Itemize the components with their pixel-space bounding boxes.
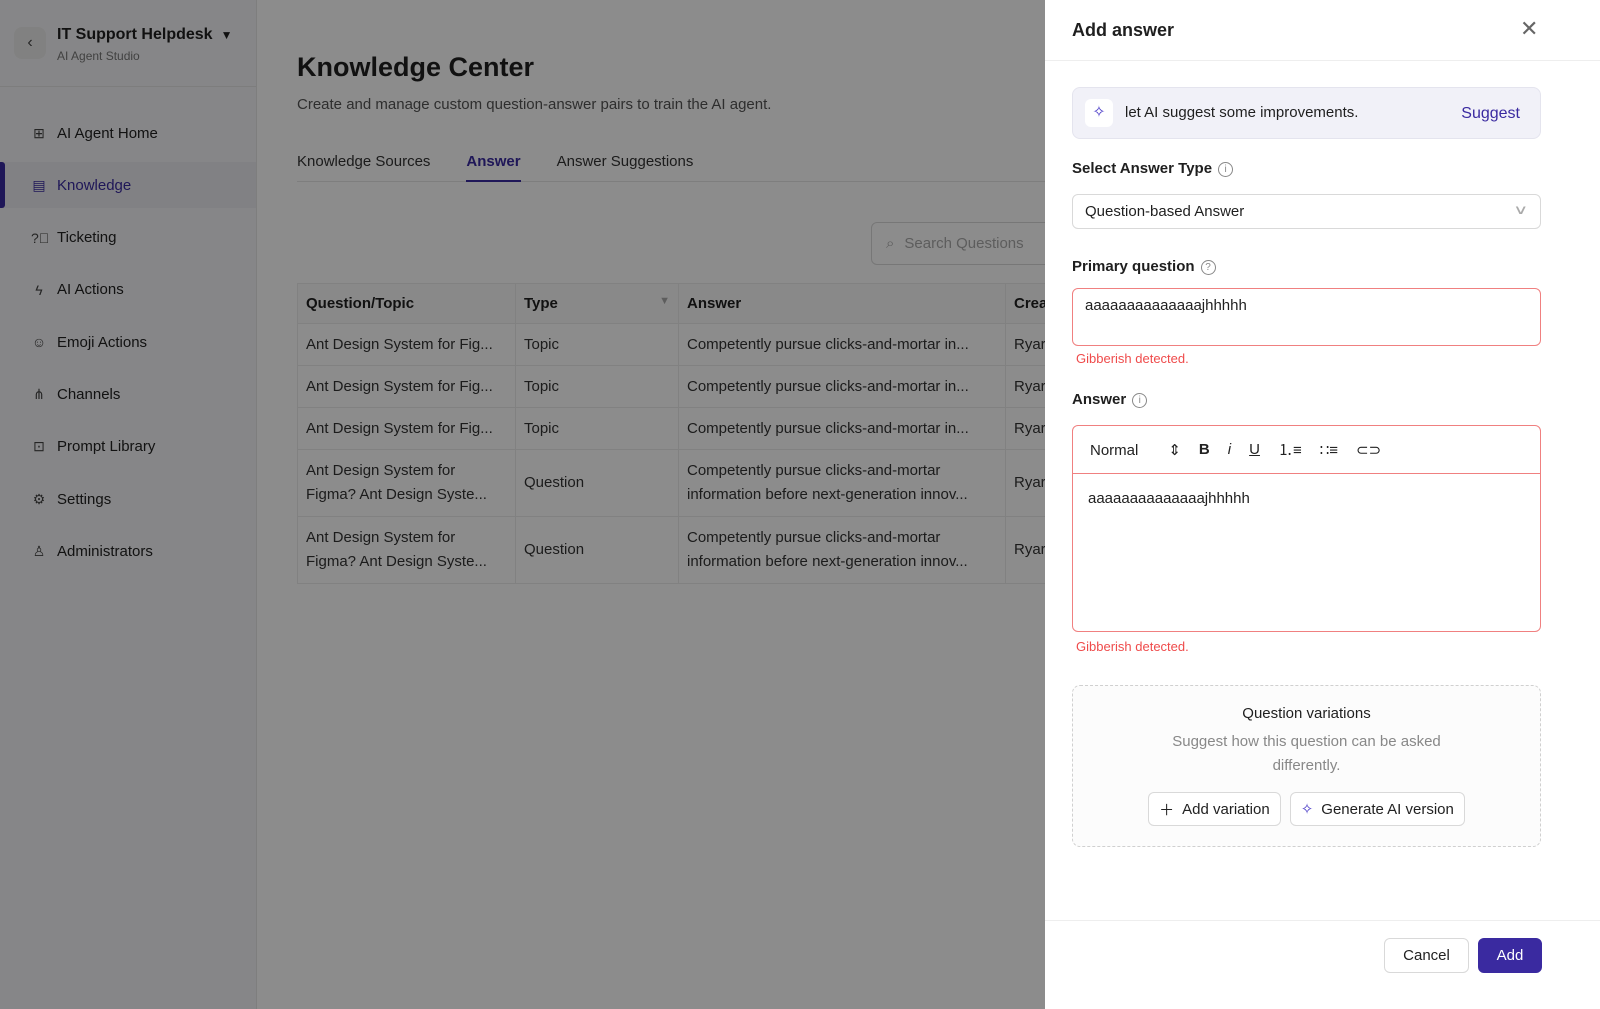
format-value: Normal <box>1090 441 1139 459</box>
italic-icon[interactable]: i <box>1228 441 1231 458</box>
suggest-link[interactable]: Suggest <box>1461 105 1520 123</box>
ai-suggest-banner: ✧ let AI suggest some improvements. Sugg… <box>1072 87 1541 139</box>
underline-icon[interactable]: U <box>1249 441 1260 458</box>
sparkle-icon: ✧ <box>1300 801 1314 818</box>
add-variation-button[interactable]: ＋ Add variation <box>1148 792 1281 826</box>
info-icon: i <box>1218 162 1234 177</box>
label-text: Primary question <box>1072 258 1195 275</box>
add-button[interactable]: Add <box>1478 938 1542 973</box>
plus-icon: ＋ <box>1159 801 1175 819</box>
question-variations: Question variations Suggest how this que… <box>1072 685 1541 847</box>
help-icon: ? <box>1200 260 1216 275</box>
close-icon[interactable]: ✕ <box>1520 16 1538 42</box>
select-value: Question-based Answer <box>1085 203 1245 220</box>
label-text: Select Answer Type <box>1072 160 1213 177</box>
answer-type-select[interactable]: Question-based Answer ∨ <box>1072 194 1541 229</box>
answer-label: Answer i <box>1072 391 1148 408</box>
editor-toolbar: Normal ⇕ B i U ⒈≡ ∷≡ ⊂⊃ <box>1073 426 1540 474</box>
format-select[interactable]: Normal ⇕ <box>1090 441 1181 459</box>
variations-title: Question variations <box>1242 705 1371 722</box>
label-text: Answer <box>1072 391 1127 408</box>
bullet-list-icon[interactable]: ∷≡ <box>1320 441 1338 459</box>
drawer-title: Add answer <box>1072 20 1175 40</box>
answer-type-label: Select Answer Type i <box>1072 160 1234 177</box>
button-label: Add variation <box>1182 800 1270 818</box>
chevron-down-icon: ∨ <box>1513 202 1529 217</box>
cancel-button[interactable]: Cancel <box>1384 938 1469 973</box>
add-answer-drawer: Add answer ✕ ✧ let AI suggest some improv… <box>1045 0 1600 1009</box>
link-icon[interactable]: ⊂⊃ <box>1356 441 1381 459</box>
generate-ai-version-button[interactable]: ✧ Generate AI version <box>1289 792 1465 826</box>
drawer-footer: Cancel Add <box>1045 920 1600 1009</box>
bold-icon[interactable]: B <box>1199 441 1210 458</box>
answer-text[interactable]: aaaaaaaaaaaaaajhhhhh <box>1073 474 1540 523</box>
answer-editor: Normal ⇕ B i U ⒈≡ ∷≡ ⊂⊃ aaaaaaaaaaaaaajhh… <box>1072 425 1541 632</box>
primary-question-error: Gibberish detected. <box>1076 351 1189 366</box>
answer-error: Gibberish detected. <box>1076 639 1189 654</box>
button-label: Generate AI version <box>1321 800 1454 818</box>
primary-question-input[interactable]: aaaaaaaaaaaaaajhhhhh <box>1072 288 1541 346</box>
suggest-text: let AI suggest some improvements. <box>1125 104 1359 121</box>
ordered-list-icon[interactable]: ⒈≡ <box>1278 439 1302 460</box>
info-icon: i <box>1132 393 1148 408</box>
variations-description: Suggest how this question can be asked d… <box>1172 733 1441 774</box>
up-down-icon: ⇕ <box>1168 441 1181 459</box>
primary-question-label: Primary question? <box>1072 258 1216 275</box>
sparkle-icon: ✧ <box>1085 99 1113 127</box>
